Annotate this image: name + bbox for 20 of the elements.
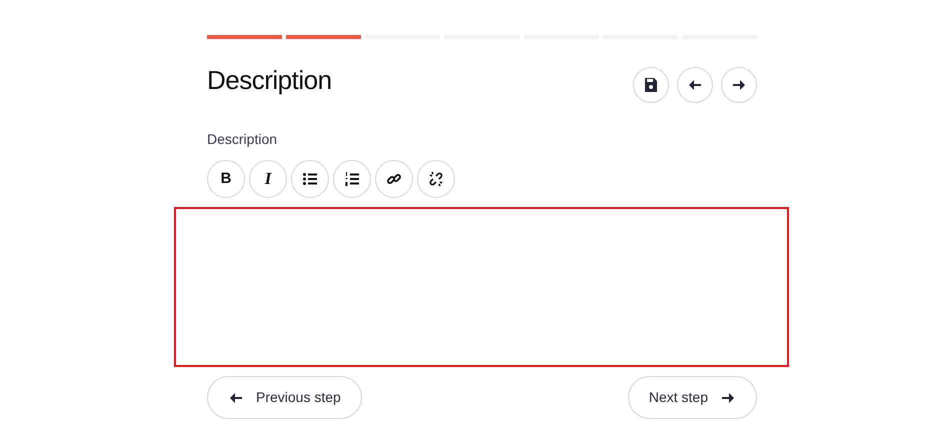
numbered-list-button[interactable] [333,160,371,198]
link-button[interactable] [375,160,413,198]
save-icon [643,77,659,93]
link-icon [386,171,402,187]
unlink-icon [428,171,444,187]
bulleted-list-icon [302,171,318,187]
next-step-button[interactable]: Next step [628,376,757,419]
text-editor[interactable] [174,207,789,367]
save-button[interactable] [633,67,669,103]
bulleted-list-button[interactable] [291,160,329,198]
forward-button[interactable] [721,67,757,103]
unlink-button[interactable] [417,160,455,198]
bold-button[interactable]: B [207,160,245,198]
page-title: Description [207,65,332,97]
back-button[interactable] [677,67,713,103]
numbered-list-icon [344,171,360,187]
right-arrow-icon [731,77,747,93]
field-label: Description [207,130,278,149]
italic-button[interactable]: I [249,160,287,198]
previous-step-button[interactable]: Previous step [207,376,362,419]
